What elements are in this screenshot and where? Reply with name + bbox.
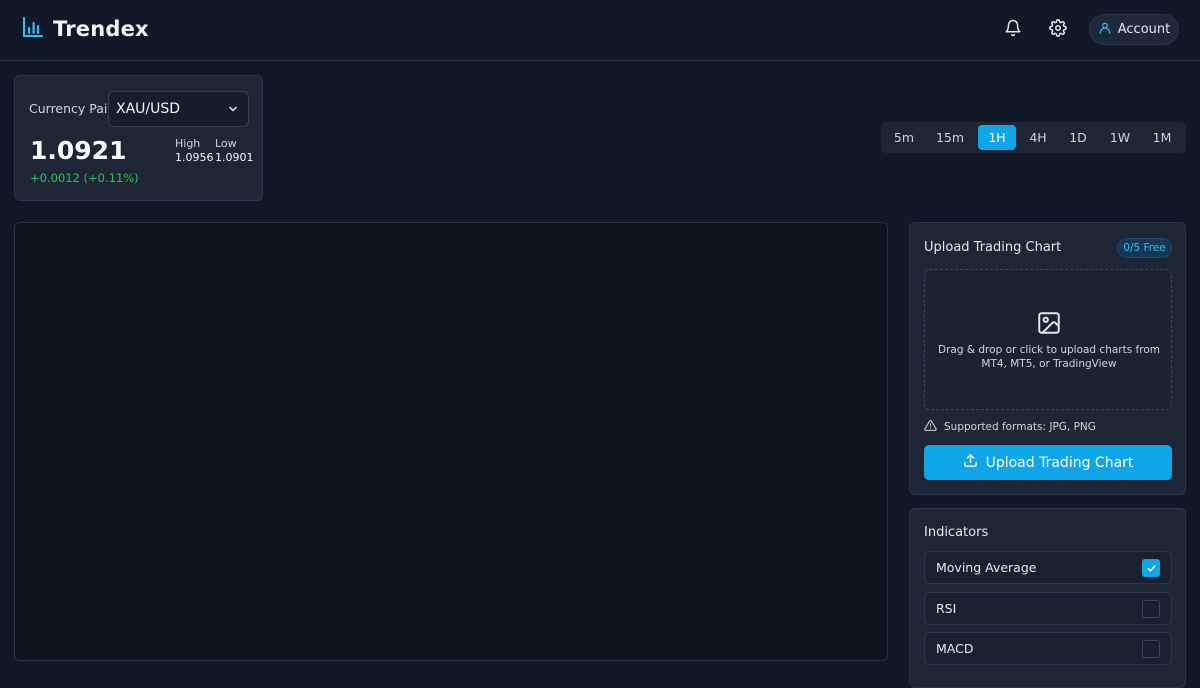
currency-pair-label: Currency Pair	[29, 101, 113, 116]
low-label: Low	[215, 137, 237, 150]
indicator-moving-average[interactable]: Moving Average	[924, 551, 1172, 584]
currency-pair-select[interactable]: XAU/USD	[108, 91, 249, 127]
timeframe-1m[interactable]: 1M	[1145, 125, 1179, 150]
logo[interactable]: Trendex	[22, 16, 149, 42]
indicator-checkbox[interactable]	[1142, 600, 1160, 618]
low-value: 1.0901	[215, 151, 254, 164]
supported-formats-text: Supported formats: JPG, PNG	[944, 421, 1096, 433]
upload-chart-card: Upload Trading Chart 0/5 Free Drag & dro…	[909, 222, 1186, 495]
chart-canvas[interactable]	[14, 222, 888, 661]
warning-icon	[924, 419, 937, 435]
price-change: +0.0012 (+0.11%)	[30, 171, 139, 185]
settings-button[interactable]	[1047, 18, 1069, 42]
bell-icon	[1004, 19, 1022, 41]
current-price: 1.0921	[30, 136, 127, 165]
timeframe-5m[interactable]: 5m	[887, 125, 921, 150]
bar-chart-icon	[22, 16, 44, 42]
upload-icon	[963, 453, 978, 472]
currency-pair-card: Currency Pair XAU/USD 1.0921 +0.0012 (+0…	[14, 75, 263, 201]
dropzone-instructions: Drag & drop or click to upload charts fr…	[938, 344, 1160, 370]
high-value: 1.0956	[175, 151, 214, 164]
high-stat: High 1.0956	[175, 137, 214, 165]
currency-pair-value: XAU/USD	[116, 101, 181, 117]
chevron-down-icon	[227, 103, 239, 119]
upload-card-title: Upload Trading Chart	[924, 240, 1062, 255]
timeframe-1w[interactable]: 1W	[1103, 125, 1137, 150]
indicators-title: Indicators	[924, 525, 989, 540]
indicator-checkbox[interactable]	[1142, 640, 1160, 658]
check-icon	[1146, 559, 1157, 578]
high-label: High	[175, 137, 201, 150]
supported-formats: Supported formats: JPG, PNG	[924, 419, 1096, 435]
indicator-label: MACD	[936, 641, 974, 656]
indicator-checkbox[interactable]	[1142, 559, 1160, 577]
indicator-label: RSI	[936, 601, 957, 616]
indicators-card: Indicators Moving Average RSI MACD	[909, 508, 1186, 688]
indicator-rsi[interactable]: RSI	[924, 592, 1172, 625]
timeframe-15m[interactable]: 15m	[929, 125, 971, 150]
timeframe-4h[interactable]: 4H	[1021, 125, 1055, 150]
indicator-label: Moving Average	[936, 560, 1037, 575]
indicator-macd[interactable]: MACD	[924, 632, 1172, 665]
app-header: Trendex Account	[0, 0, 1200, 61]
gear-icon	[1049, 19, 1067, 41]
timeframe-1h[interactable]: 1H	[978, 125, 1016, 150]
account-label: Account	[1117, 22, 1171, 37]
upload-dropzone[interactable]: Drag & drop or click to upload charts fr…	[924, 269, 1172, 410]
timeframe-1d[interactable]: 1D	[1061, 125, 1095, 150]
upload-button-label: Upload Trading Chart	[985, 454, 1134, 471]
notifications-button[interactable]	[1002, 18, 1024, 42]
user-icon	[1098, 21, 1112, 39]
account-button[interactable]: Account	[1089, 14, 1179, 45]
upload-quota-badge: 0/5 Free	[1117, 238, 1172, 258]
image-icon	[1036, 310, 1062, 340]
timeframe-selector: 5m 15m 1H 4H 1D 1W 1M	[881, 122, 1186, 153]
upload-chart-button[interactable]: Upload Trading Chart	[924, 445, 1172, 480]
low-stat: Low 1.0901	[215, 137, 254, 165]
app-name: Trendex	[53, 17, 149, 41]
